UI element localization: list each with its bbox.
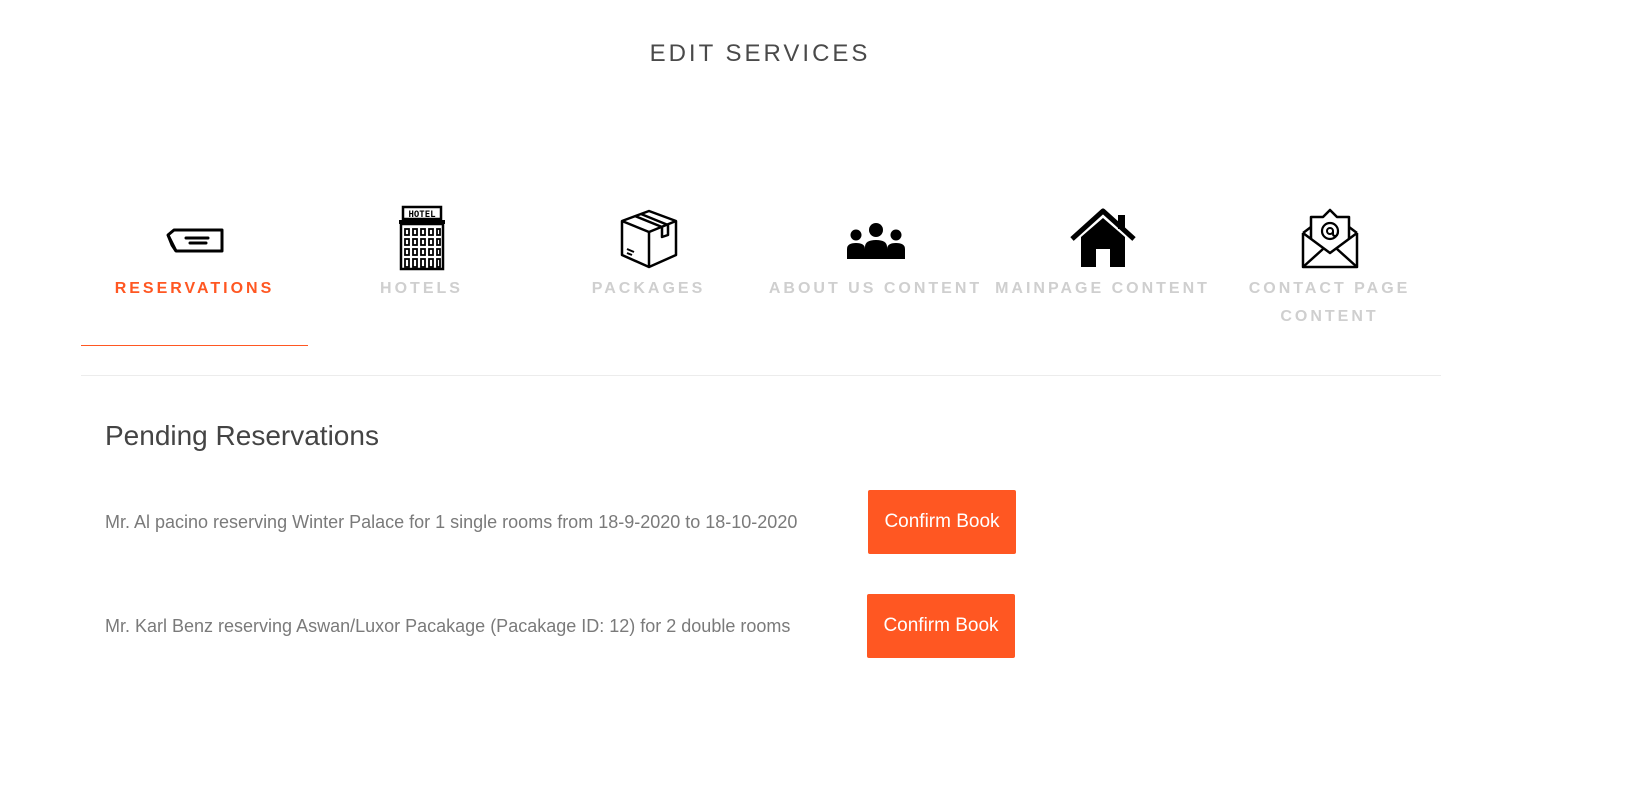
- page-title: EDIT SERVICES: [649, 40, 871, 67]
- tab-label-hotels: HOTELS: [380, 280, 463, 297]
- tab-label-packages: PACKAGES: [591, 280, 706, 297]
- tab-label-reservations: RESERVATIONS: [114, 280, 275, 297]
- tab-about-us-content[interactable]: ABOUT US CONTENT: [762, 205, 989, 303]
- confirm-book-button[interactable]: Confirm Book: [868, 490, 1016, 554]
- tab-reservations[interactable]: RESERVATIONS: [81, 205, 308, 346]
- tab-label-mainpage-content: MAINPAGE CONTENT: [995, 280, 1210, 297]
- tab-mainpage-content[interactable]: MAINPAGE CONTENT: [989, 205, 1216, 303]
- service-tabs: RESERVATIONS HOTEL HOTELS PACKAGES ABOUT…: [81, 205, 1441, 376]
- tab-hotels[interactable]: HOTEL HOTELS: [308, 205, 535, 303]
- tab-label-contact-page-content: CONTACT PAGE CONTENT: [1248, 280, 1411, 325]
- svg-text:HOTEL: HOTEL: [408, 210, 436, 220]
- tab-packages[interactable]: PACKAGES: [535, 205, 762, 303]
- people-group-icon: [841, 205, 911, 271]
- reservation-row: Mr. Karl Benz reserving Aswan/Luxor Paca…: [105, 594, 1015, 658]
- reservation-description: Mr. Al pacino reserving Winter Palace fo…: [105, 511, 798, 532]
- confirm-book-button[interactable]: Confirm Book: [867, 594, 1015, 658]
- package-box-icon: [614, 205, 684, 271]
- tab-label-about-us-content: ABOUT US CONTENT: [768, 280, 983, 297]
- reservation-row: Mr. Al pacino reserving Winter Palace fo…: [105, 490, 1016, 554]
- active-tab-indicator: [81, 345, 308, 346]
- tab-contact-page-content[interactable]: CONTACT PAGE CONTENT: [1216, 205, 1443, 331]
- house-icon: [1068, 205, 1138, 271]
- reservation-ticket-icon: [160, 205, 230, 271]
- email-envelope-icon: [1295, 205, 1365, 271]
- hotel-building-icon: HOTEL: [387, 205, 457, 271]
- reservation-description: Mr. Karl Benz reserving Aswan/Luxor Paca…: [105, 615, 791, 636]
- pending-reservations-heading: Pending Reservations: [105, 420, 379, 451]
